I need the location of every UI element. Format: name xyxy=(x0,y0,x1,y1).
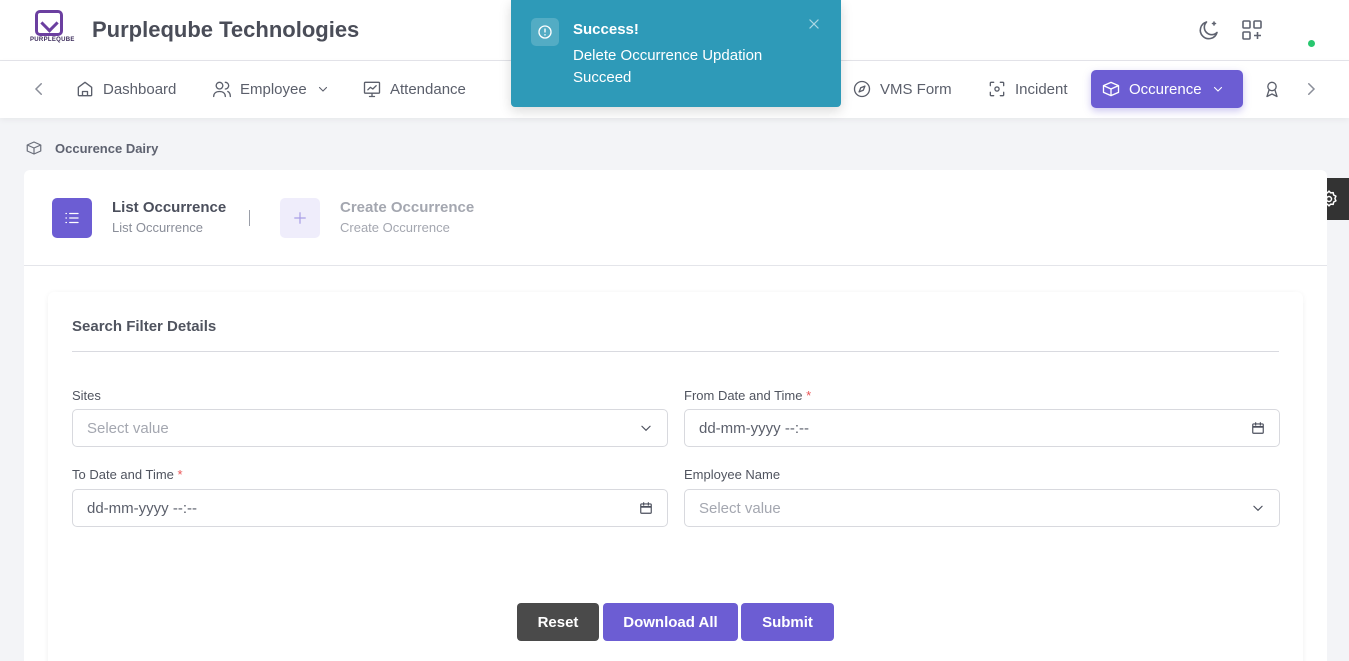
monitor-chart-icon xyxy=(363,81,381,98)
sites-label: Sites xyxy=(72,388,101,403)
nav-item-label: Attendance xyxy=(390,80,466,98)
breadcrumb-label: Occurence Dairy xyxy=(55,140,159,156)
nav-item-employee[interactable]: Employee xyxy=(202,70,339,108)
required-marker: * xyxy=(806,388,812,403)
step-list-button[interactable] xyxy=(52,198,92,238)
step-create-button[interactable] xyxy=(280,198,320,238)
submit-button[interactable]: Submit xyxy=(741,603,834,641)
step-divider xyxy=(249,210,250,226)
employee-placeholder: Select value xyxy=(699,499,781,517)
nav-item-label: Dashboard xyxy=(103,80,177,98)
download-all-button[interactable]: Download All xyxy=(603,603,738,641)
reset-button[interactable]: Reset xyxy=(517,603,599,641)
to-date-label: To Date and Time * xyxy=(72,467,183,482)
chevron-down-icon xyxy=(1213,86,1222,92)
breadcrumb: Occurence Dairy xyxy=(25,139,158,157)
award-icon xyxy=(1266,81,1278,98)
calendar-icon[interactable] xyxy=(1251,421,1265,435)
sites-select[interactable]: Select value xyxy=(72,409,668,447)
plus-icon xyxy=(294,212,306,224)
nav-item-dashboard[interactable]: Dashboard xyxy=(65,70,186,108)
boxes-icon xyxy=(1102,81,1120,97)
chevron-down-icon xyxy=(1253,505,1263,512)
nav-scroll-right-icon[interactable] xyxy=(1302,80,1320,98)
from-date-value: dd-mm-yyyy --:-- xyxy=(699,419,809,437)
nav-item-label: Incident xyxy=(1015,80,1068,98)
calendar-icon[interactable] xyxy=(639,501,653,515)
from-date-label: From Date and Time * xyxy=(684,388,812,403)
company-name: Purpleqube Technologies xyxy=(92,17,360,42)
filter-title: Search Filter Details xyxy=(72,318,217,335)
step-create-subtitle: Create Occurrence xyxy=(340,220,450,235)
success-toast: Success! Delete Occurrence Updation Succ… xyxy=(511,0,841,107)
nav-item-label: Employee xyxy=(240,80,307,98)
users-icon xyxy=(213,81,231,98)
list-icon xyxy=(65,212,79,224)
from-date-input[interactable]: dd-mm-yyyy --:-- xyxy=(684,409,1280,447)
toast-message: Delete Occurrence Updation Succeed xyxy=(573,47,763,86)
close-icon[interactable] xyxy=(807,17,821,31)
theme-moon-icon[interactable] xyxy=(1197,18,1221,42)
to-date-value: dd-mm-yyyy --:-- xyxy=(87,499,197,517)
toast-title: Success! xyxy=(573,21,639,38)
nav-item-attendance[interactable]: Attendance xyxy=(352,70,476,108)
logo-text: PURPLEQUBE xyxy=(30,37,75,43)
online-status-dot xyxy=(1308,40,1315,47)
occurrence-card: List Occurrence List Occurrence Create O… xyxy=(24,170,1327,661)
compass-icon xyxy=(853,80,871,98)
company-logo[interactable]: PURPLEQUBE xyxy=(30,10,75,48)
divider xyxy=(72,351,1279,352)
employee-name-label: Employee Name xyxy=(684,467,781,482)
wizard-steps: List Occurrence List Occurrence Create O… xyxy=(24,170,1327,266)
required-marker: * xyxy=(177,467,183,482)
apps-grid-icon[interactable] xyxy=(1240,18,1264,42)
to-date-input[interactable]: dd-mm-yyyy --:-- xyxy=(72,489,668,527)
employee-name-select[interactable]: Select value xyxy=(684,489,1280,527)
step-list-subtitle: List Occurrence xyxy=(112,220,204,235)
chevron-down-icon xyxy=(641,425,651,432)
sites-placeholder: Select value xyxy=(87,419,169,437)
scan-icon xyxy=(989,81,1005,97)
nav-item-incident[interactable]: Incident xyxy=(977,70,1078,108)
nav-scroll-left-icon[interactable] xyxy=(30,80,48,98)
boxes-icon xyxy=(26,141,42,155)
step-list-title[interactable]: List Occurrence xyxy=(112,199,226,216)
nav-item-vms-form[interactable]: VMS Form xyxy=(842,70,962,108)
search-filter-panel: Search Filter Details Sites Select value… xyxy=(48,292,1303,661)
nav-item-award[interactable] xyxy=(1252,70,1292,108)
info-icon xyxy=(531,18,559,46)
step-create-title[interactable]: Create Occurrence xyxy=(340,199,474,216)
nav-item-label: Occurence xyxy=(1129,80,1202,98)
home-icon xyxy=(77,81,93,97)
chevron-down-icon xyxy=(318,86,327,92)
nav-item-label: VMS Form xyxy=(880,80,952,98)
nav-item-occurence[interactable]: Occurence xyxy=(1091,70,1243,108)
